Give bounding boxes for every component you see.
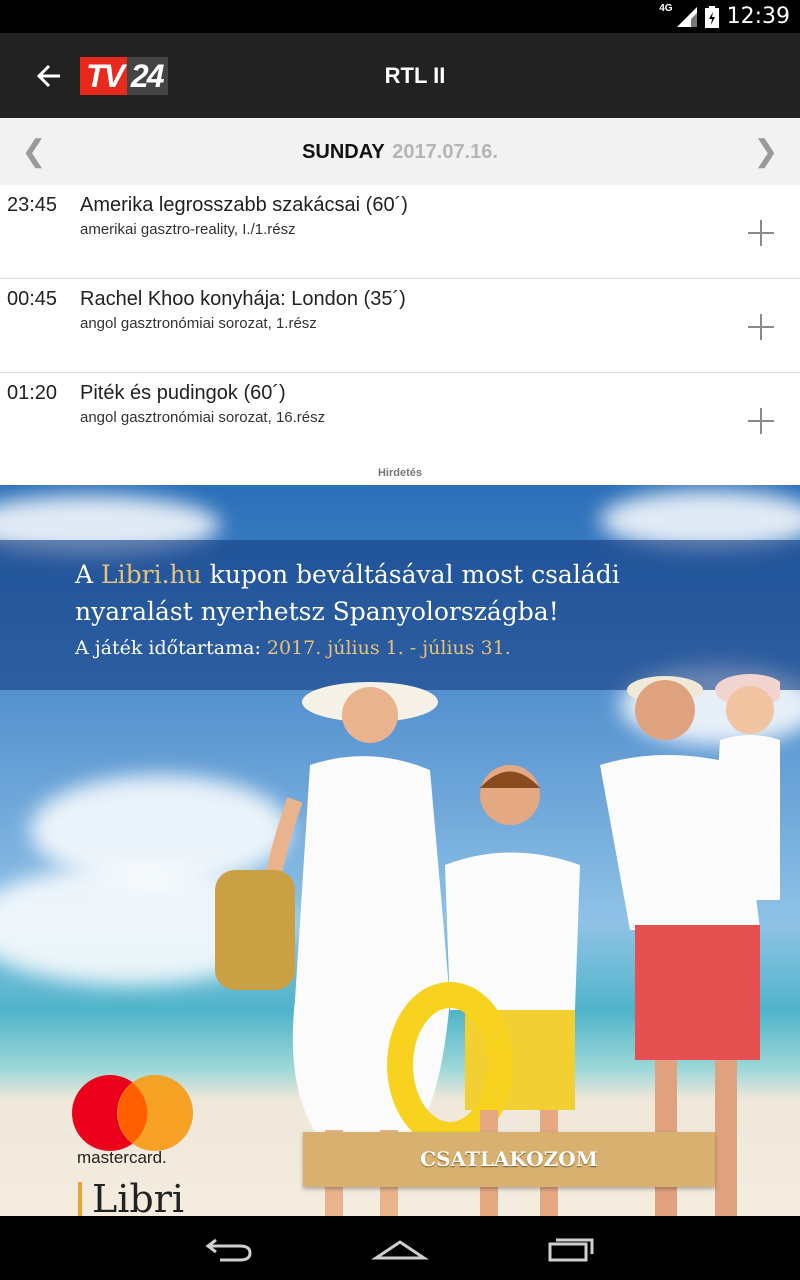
logo-part-tv: TV bbox=[80, 57, 127, 95]
network-type: 4G bbox=[659, 3, 673, 14]
nav-recents-button[interactable] bbox=[540, 1228, 600, 1268]
mastercard-logo bbox=[72, 1075, 193, 1151]
ad-label: Hirdetés bbox=[377, 467, 423, 479]
libri-logo: Libri bbox=[78, 1177, 184, 1216]
nav-back-button[interactable] bbox=[200, 1228, 260, 1268]
day-name: SUNDAY bbox=[302, 141, 385, 163]
nav-home-icon bbox=[371, 1240, 429, 1260]
mastercard-wordmark: mastercard. bbox=[77, 1148, 167, 1167]
clock: 12:39 bbox=[726, 4, 790, 29]
date-value: 2017.07.16. bbox=[392, 141, 498, 163]
programme-row[interactable]: 00:45 Rachel Khoo konyhája: London (35´)… bbox=[0, 279, 800, 373]
add-reminder-button[interactable] bbox=[746, 218, 776, 248]
date-display: SUNDAY 2017.07.16. bbox=[0, 118, 800, 185]
programme-description: angol gasztronómiai sorozat, 1.rész bbox=[80, 315, 317, 332]
date-selector: ❮ SUNDAY 2017.07.16. ❯ bbox=[0, 118, 800, 185]
programme-description: amerikai gasztro-reality, I./1.rész bbox=[80, 221, 296, 238]
programme-description: angol gasztronómiai sorozat, 16.rész bbox=[80, 409, 326, 426]
status-bar: 4G 12:39 bbox=[0, 0, 800, 33]
tv24-logo[interactable]: TV 24 bbox=[80, 57, 169, 95]
arrow-left-icon bbox=[36, 64, 60, 88]
programme-time: 23:45 bbox=[7, 194, 58, 216]
ad-headline-3: A játék időtartama: 2017. július 1. - jú… bbox=[75, 637, 511, 659]
logo-part-24: 24 bbox=[126, 57, 169, 95]
nav-back-icon bbox=[205, 1238, 252, 1262]
programme-title: Piték és pudingok (60´) bbox=[80, 382, 286, 404]
add-reminder-button[interactable] bbox=[746, 406, 776, 436]
programme-list: 23:45 Amerika legrosszabb szakácsai (60´… bbox=[0, 185, 800, 466]
programme-title: Amerika legrosszabb szakácsai (60´) bbox=[80, 194, 408, 216]
programme-row[interactable]: 01:20 Piték és pudingok (60´) angol gasz… bbox=[0, 373, 800, 466]
battery-icon bbox=[704, 5, 719, 28]
signal-icon bbox=[676, 6, 697, 27]
programme-time: 01:20 bbox=[7, 382, 58, 404]
ad-headline-2: nyaralást nyerhetsz Spanyolországba! bbox=[75, 597, 559, 626]
ad-headline-1: A Libri.hu kupon beváltásával most csalá… bbox=[75, 560, 620, 589]
programme-title: Rachel Khoo konyhája: London (35´) bbox=[80, 288, 406, 310]
nav-recents-icon bbox=[548, 1238, 594, 1262]
system-nav-bar bbox=[0, 1216, 800, 1280]
app-bar: RTL II TV 24 bbox=[0, 33, 800, 118]
next-day-button[interactable]: ❯ bbox=[746, 118, 786, 185]
add-reminder-button[interactable] bbox=[746, 312, 776, 342]
ad-join-button[interactable]: CSATLAKOZOM bbox=[303, 1132, 715, 1187]
programme-row[interactable]: 23:45 Amerika legrosszabb szakácsai (60´… bbox=[0, 185, 800, 279]
advertisement-banner[interactable]: A Libri.hu kupon beváltásával most csalá… bbox=[0, 485, 800, 1216]
programme-time: 00:45 bbox=[7, 288, 58, 310]
nav-home-button[interactable] bbox=[370, 1228, 430, 1268]
back-button[interactable] bbox=[30, 57, 68, 95]
